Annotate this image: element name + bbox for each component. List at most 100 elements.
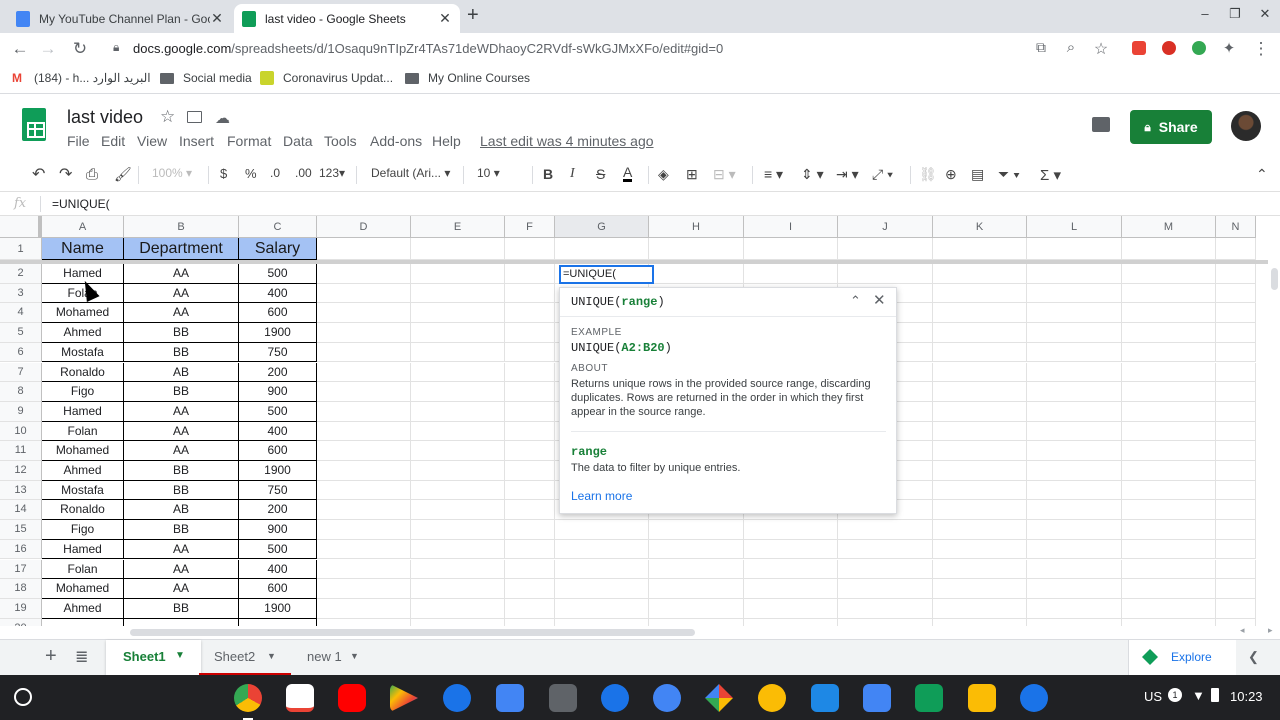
- cell[interactable]: [317, 401, 411, 422]
- cell[interactable]: [317, 323, 411, 343]
- cell[interactable]: [933, 264, 1027, 284]
- row-header[interactable]: 2: [0, 264, 42, 284]
- cell[interactable]: [411, 264, 505, 284]
- row-header[interactable]: 15: [0, 520, 42, 540]
- cell[interactable]: [411, 520, 505, 540]
- cell[interactable]: [1216, 480, 1256, 501]
- header-cell[interactable]: Salary: [239, 238, 317, 260]
- table-cell[interactable]: Ahmed: [42, 323, 124, 343]
- table-cell[interactable]: Mostafa: [42, 342, 124, 363]
- row-header[interactable]: 4: [0, 303, 42, 324]
- more-formats-select[interactable]: 123▾: [319, 166, 345, 180]
- star-icon[interactable]: ☆: [160, 107, 175, 127]
- cell[interactable]: [317, 539, 411, 560]
- cell[interactable]: [744, 598, 838, 619]
- cell[interactable]: [649, 238, 744, 260]
- row-header[interactable]: 12: [0, 461, 42, 481]
- cell[interactable]: [555, 238, 649, 260]
- cell[interactable]: [317, 520, 411, 540]
- cell[interactable]: [838, 539, 933, 560]
- cell[interactable]: [1216, 303, 1256, 324]
- files-app-icon[interactable]: [496, 684, 524, 712]
- cell[interactable]: [1216, 401, 1256, 422]
- cell[interactable]: [838, 559, 933, 580]
- cell[interactable]: [317, 283, 411, 304]
- table-cell[interactable]: Ronaldo: [42, 362, 124, 383]
- cell[interactable]: [933, 401, 1027, 422]
- vertical-scrollbar[interactable]: [1271, 268, 1278, 290]
- table-cell[interactable]: AB: [124, 500, 239, 521]
- row-header[interactable]: 1: [0, 238, 42, 260]
- table-cell[interactable]: Ahmed: [42, 598, 124, 619]
- table-cell[interactable]: 400: [239, 559, 317, 580]
- cell[interactable]: [1216, 579, 1256, 599]
- bookmark-gmail[interactable]: M (184) - h... البريد الوارد: [12, 71, 151, 85]
- increase-decimal-button[interactable]: .00: [295, 166, 312, 180]
- menu-insert[interactable]: Insert: [179, 133, 214, 149]
- cell[interactable]: [505, 421, 555, 442]
- menu-addons[interactable]: Add-ons: [370, 133, 422, 149]
- learn-more-link[interactable]: Learn more: [571, 489, 632, 503]
- cell[interactable]: [1122, 362, 1216, 383]
- canvas-app-icon[interactable]: [653, 684, 681, 712]
- cell[interactable]: [1027, 401, 1122, 422]
- table-cell[interactable]: [239, 618, 317, 626]
- status-locale[interactable]: US: [1144, 689, 1162, 704]
- cell[interactable]: [933, 303, 1027, 324]
- cell[interactable]: [555, 539, 649, 560]
- cell[interactable]: [411, 401, 505, 422]
- cell[interactable]: [505, 323, 555, 343]
- table-cell[interactable]: 400: [239, 421, 317, 442]
- text-rotation-icon[interactable]: ⤢ ▾: [872, 166, 893, 183]
- table-cell[interactable]: Ahmed: [42, 461, 124, 481]
- table-cell[interactable]: 1900: [239, 323, 317, 343]
- cell[interactable]: [838, 264, 933, 284]
- column-header-e[interactable]: E: [411, 216, 505, 238]
- cell[interactable]: [744, 520, 838, 540]
- table-cell[interactable]: BB: [124, 323, 239, 343]
- column-header-c[interactable]: C: [239, 216, 317, 238]
- table-cell[interactable]: AA: [124, 303, 239, 324]
- extension-block-icon[interactable]: [1162, 41, 1176, 55]
- bookmark-star-icon[interactable]: ☆: [1090, 39, 1112, 59]
- restore-window-icon[interactable]: ❐: [1220, 6, 1250, 22]
- cell[interactable]: [933, 598, 1027, 619]
- insert-link-icon[interactable]: ⛓: [919, 166, 937, 183]
- cell[interactable]: [317, 303, 411, 324]
- column-header-b[interactable]: B: [124, 216, 239, 238]
- row-header[interactable]: 6: [0, 342, 42, 363]
- cell[interactable]: [1027, 559, 1122, 580]
- back-icon[interactable]: ←: [9, 39, 31, 59]
- table-cell[interactable]: Folan: [42, 559, 124, 580]
- table-cell[interactable]: 500: [239, 401, 317, 422]
- browser-tab-sheets[interactable]: last video - Google Sheets ✕: [234, 4, 460, 33]
- sheet-tab-sheet1[interactable]: Sheet1 ▼: [106, 640, 201, 676]
- table-cell[interactable]: AA: [124, 539, 239, 560]
- cell[interactable]: [933, 382, 1027, 402]
- cell[interactable]: [933, 421, 1027, 442]
- currency-format-button[interactable]: $: [220, 166, 227, 181]
- cell[interactable]: [1027, 303, 1122, 324]
- row-header[interactable]: 9: [0, 401, 42, 422]
- cell[interactable]: [411, 461, 505, 481]
- cell[interactable]: [1122, 303, 1216, 324]
- column-header-m[interactable]: M: [1122, 216, 1216, 238]
- cell[interactable]: [1027, 283, 1122, 304]
- cell[interactable]: [505, 342, 555, 363]
- cell[interactable]: [933, 618, 1027, 626]
- cell[interactable]: [1216, 238, 1256, 260]
- row-header[interactable]: 19: [0, 598, 42, 619]
- cell[interactable]: [1216, 539, 1256, 560]
- forward-icon[interactable]: →: [37, 39, 59, 59]
- horizontal-scroll-thumb[interactable]: [130, 629, 695, 636]
- table-cell[interactable]: 900: [239, 520, 317, 540]
- column-header-i[interactable]: I: [744, 216, 838, 238]
- play-store-icon[interactable]: [390, 684, 418, 712]
- share-button[interactable]: 🔒︎ Share: [1130, 110, 1212, 144]
- cell[interactable]: [1122, 323, 1216, 343]
- header-cell[interactable]: Department: [124, 238, 239, 260]
- reload-icon[interactable]: ↻: [69, 39, 91, 59]
- cell[interactable]: [649, 618, 744, 626]
- cell[interactable]: [505, 480, 555, 501]
- column-header-g[interactable]: G: [555, 216, 649, 238]
